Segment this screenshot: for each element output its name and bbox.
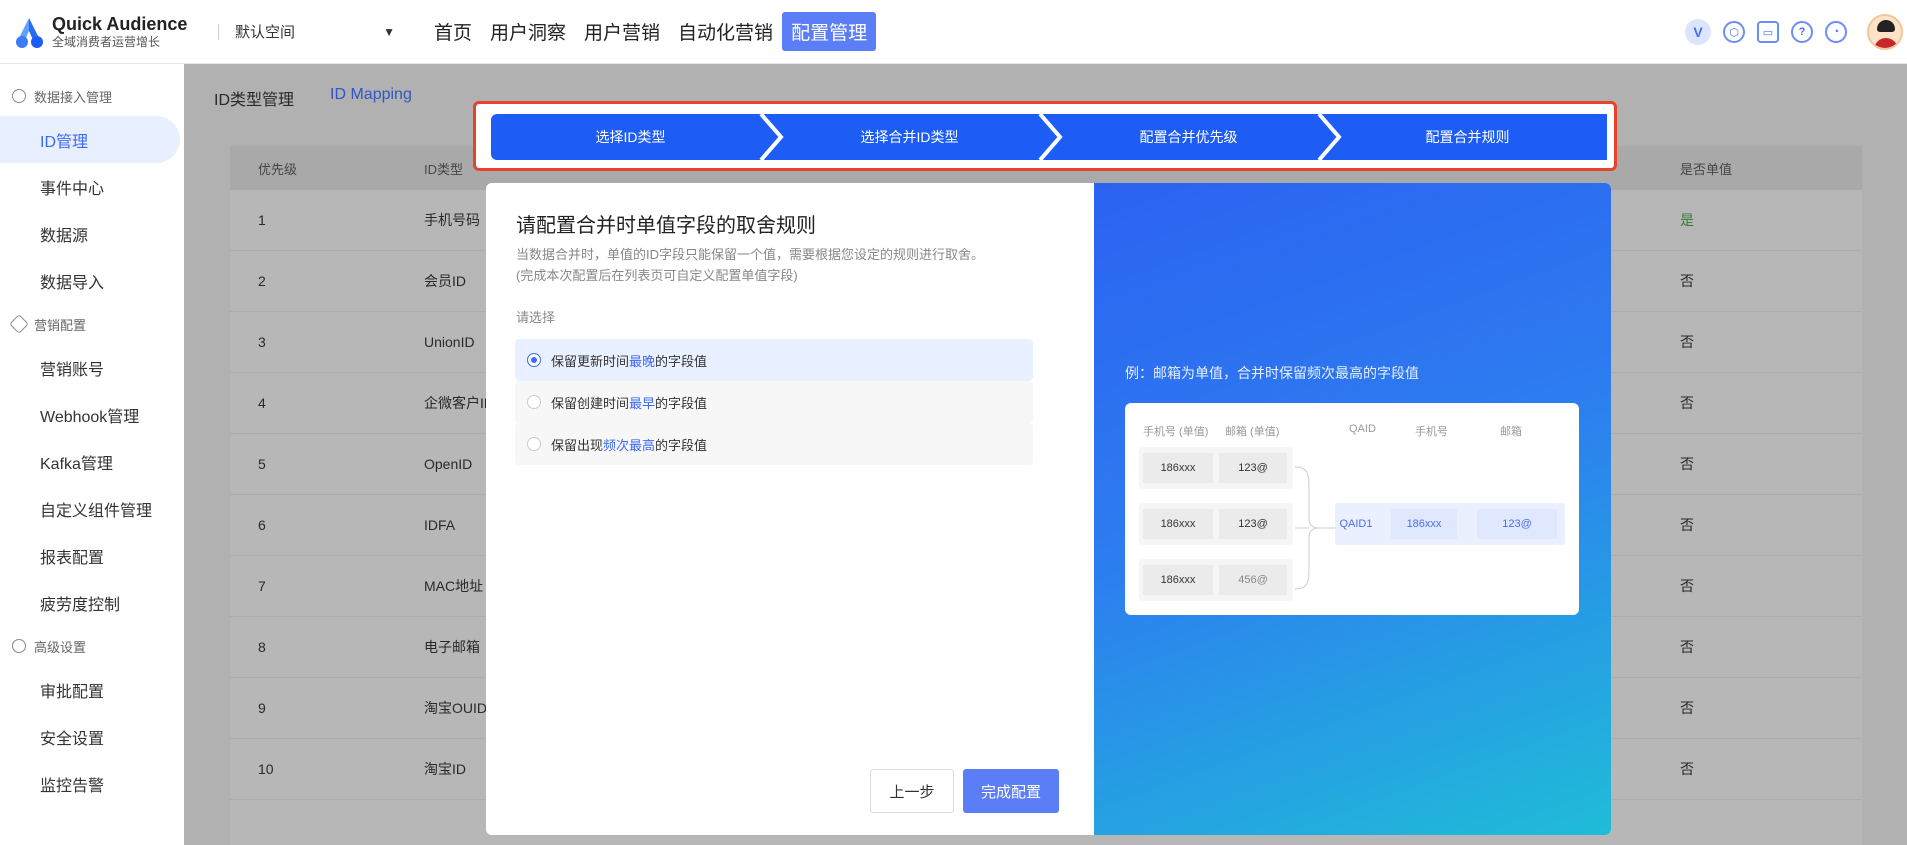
example-card: 手机号 (单值) 邮箱 (单值) QAID 手机号 邮箱 186xxx 123@…	[1125, 403, 1579, 615]
step-merge-rules[interactable]: 配置合并规则	[1328, 114, 1607, 160]
caret-down-icon: ▼	[383, 24, 395, 39]
workspace-name: 默认空间	[235, 24, 296, 41]
app-subtitle: 全域消费者运营增长	[52, 34, 161, 49]
prev-step-button[interactable]: 上一步	[870, 769, 954, 813]
step-chevron-icon	[1317, 114, 1342, 160]
example-cell: 456@	[1219, 565, 1287, 595]
sidebar-group-label: 营销配置	[34, 317, 87, 333]
divider	[218, 23, 219, 40]
user-avatar[interactable]	[1867, 14, 1903, 50]
option-text: 保留出现	[551, 437, 604, 453]
option-text: 的字段值	[655, 353, 708, 369]
step-chevron-icon	[759, 114, 784, 160]
example-cell: 123@	[1219, 509, 1287, 539]
sidebar-item-event-center[interactable]: 事件中心	[0, 163, 184, 210]
step-label: 选择ID类型	[595, 129, 666, 145]
option-text: 的字段值	[655, 437, 708, 453]
top-bar: Quick Audience 全域消费者运营增长 默认空间 ▼ 首页 用户洞察 …	[0, 0, 1907, 64]
quick-audience-logo-icon	[12, 15, 46, 49]
sidebar-item-webhook[interactable]: Webhook管理	[0, 391, 184, 438]
example-cell: 186xxx	[1143, 453, 1213, 483]
option-highlight: 频次最高	[603, 437, 656, 453]
app-title: Quick Audience	[52, 13, 188, 34]
desc-line: (完成本次配置后在列表页可自定义配置单值字段)	[516, 268, 798, 283]
wizard-steps: 选择ID类型 选择合并ID类型 配置合并优先级 配置合并规则	[491, 114, 1607, 160]
sidebar-group-label: 高级设置	[34, 639, 87, 655]
step-chevron-icon	[1038, 114, 1063, 160]
globe-icon[interactable]: ◔	[1825, 21, 1847, 43]
step-merge-priority[interactable]: 配置合并优先级	[1049, 114, 1328, 160]
nav-user-insight[interactable]: 用户洞察	[481, 12, 575, 51]
option-latest-update[interactable]: 保留更新时间 最晚 的字段值	[515, 339, 1033, 381]
sidebar-group-data[interactable]: 数据接入管理	[0, 76, 184, 116]
nav-user-marketing[interactable]: 用户营销	[575, 12, 669, 51]
step-label: 配置合并规则	[1425, 129, 1510, 145]
sidebar-item-data-source[interactable]: 数据源	[0, 210, 184, 257]
sidebar-group-advanced[interactable]: 高级设置	[0, 626, 184, 666]
radio-icon[interactable]	[527, 395, 541, 409]
sidebar-item-fatigue-control[interactable]: 疲劳度控制	[0, 579, 184, 626]
result-qaid: QAID1	[1339, 518, 1373, 530]
send-icon	[9, 314, 29, 334]
sidebar-group-label: 数据接入管理	[34, 89, 113, 105]
main-nav: 首页 用户洞察 用户营销 自动化营销 配置管理	[425, 12, 877, 51]
sidebar-item-approval[interactable]: 审批配置	[0, 666, 184, 713]
sidebar-item-data-import[interactable]: 数据导入	[0, 257, 184, 304]
sidebar-item-custom-components[interactable]: 自定义组件管理	[0, 485, 184, 532]
option-text: 保留更新时间	[551, 353, 630, 369]
layers-icon	[12, 639, 26, 653]
step-select-id-type[interactable]: 选择ID类型	[491, 114, 770, 160]
sidebar-item-id-management[interactable]: ID管理	[0, 116, 180, 163]
dialog-title: 请配置合并时单值字段的取舍规则	[516, 215, 816, 237]
option-highlight: 最早	[629, 395, 656, 411]
example-header: 手机号	[1415, 426, 1448, 438]
sidebar-item-monitoring[interactable]: 监控告警	[0, 760, 184, 807]
example-cell: 123@	[1219, 453, 1287, 483]
example-header: QAID	[1349, 423, 1376, 435]
option-text: 的字段值	[655, 395, 708, 411]
nav-config[interactable]: 配置管理	[782, 12, 877, 51]
example-header: 手机号 (单值)	[1143, 426, 1209, 438]
result-email: 123@	[1477, 509, 1557, 539]
settings-hex-icon[interactable]: ⬡	[1723, 21, 1745, 43]
sidebar-item-kafka[interactable]: Kafka管理	[0, 438, 184, 485]
step-select-merge-id-type[interactable]: 选择合并ID类型	[770, 114, 1049, 160]
choose-label: 请选择	[516, 310, 556, 325]
sidebar-item-marketing-account[interactable]: 营销账号	[0, 344, 184, 391]
dialog-description: 当数据合并时，单值的ID字段只能保留一个值，需要根据您设定的规则进行取舍。 (完…	[516, 244, 984, 286]
help-icon[interactable]: ?	[1791, 21, 1813, 43]
step-label: 选择合并ID类型	[860, 129, 959, 145]
app-logo[interactable]: Quick Audience 全域消费者运营增长	[12, 14, 190, 50]
radio-selected-icon[interactable]	[527, 353, 541, 367]
merge-rule-dialog: 请配置合并时单值字段的取舍规则 当数据合并时，单值的ID字段只能保留一个值，需要…	[486, 183, 1611, 835]
dialog-form-panel: 请配置合并时单值字段的取舍规则 当数据合并时，单值的ID字段只能保留一个值，需要…	[486, 183, 1094, 835]
merge-bracket-icon	[1294, 466, 1335, 590]
workspace-select[interactable]: 默认空间 ▼	[235, 21, 395, 42]
sidebar: 数据接入管理 ID管理 事件中心 数据源 数据导入 营销配置 营销账号 Webh…	[0, 64, 184, 845]
example-title: 例：邮箱为单值，合并时保留频次最高的字段值	[1125, 365, 1419, 381]
result-phone: 186xxx	[1391, 509, 1457, 539]
briefcase-icon[interactable]: ▭	[1757, 21, 1779, 43]
option-earliest-create[interactable]: 保留创建时间 最早 的字段值	[515, 381, 1033, 423]
sidebar-group-marketing[interactable]: 营销配置	[0, 304, 184, 344]
cloud-icon	[12, 89, 26, 103]
option-highest-frequency[interactable]: 保留出现 频次最高 的字段值	[515, 423, 1033, 465]
sidebar-item-security[interactable]: 安全设置	[0, 713, 184, 760]
version-icon[interactable]: V	[1685, 19, 1711, 45]
example-header: 邮箱	[1500, 426, 1522, 438]
top-icons: V ⬡ ▭ ? ◔	[1685, 0, 1907, 64]
example-header: 邮箱 (单值)	[1225, 426, 1280, 438]
step-label: 配置合并优先级	[1139, 129, 1238, 145]
option-highlight: 最晚	[629, 353, 656, 369]
radio-icon[interactable]	[527, 437, 541, 451]
nav-automation[interactable]: 自动化营销	[669, 12, 782, 51]
desc-line: 当数据合并时，单值的ID字段只能保留一个值，需要根据您设定的规则进行取舍。	[516, 247, 985, 262]
example-cell: 186xxx	[1143, 565, 1213, 595]
example-cell: 186xxx	[1143, 509, 1213, 539]
sidebar-item-report-config[interactable]: 报表配置	[0, 532, 184, 579]
nav-home[interactable]: 首页	[425, 12, 481, 51]
finish-config-button[interactable]: 完成配置	[963, 769, 1059, 813]
option-text: 保留创建时间	[551, 395, 630, 411]
example-panel: 例：邮箱为单值，合并时保留频次最高的字段值 手机号 (单值) 邮箱 (单值) Q…	[1094, 183, 1611, 835]
